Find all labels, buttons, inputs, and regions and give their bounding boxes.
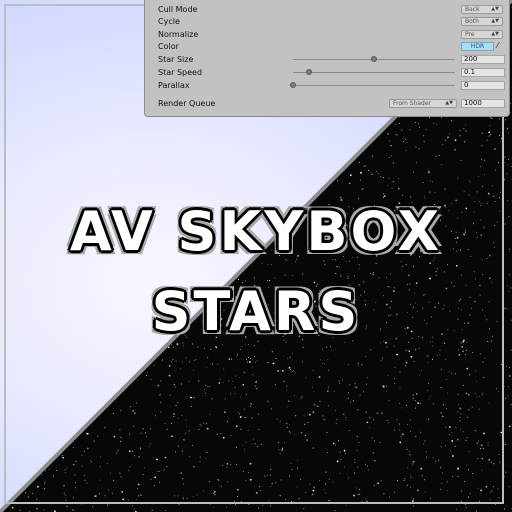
cull-mode-dropdown[interactable]: Back ▲▼ xyxy=(461,5,503,14)
normalize-row: Normalize Pre ▲▼ xyxy=(145,29,511,41)
title-line-1: AV SKYBOX xyxy=(69,200,443,263)
normalize-value: Pre xyxy=(465,31,475,38)
cycle-dropdown[interactable]: Both ▲▼ xyxy=(461,17,503,26)
cycle-value: Both xyxy=(465,18,479,25)
star-size-field[interactable]: 200 xyxy=(461,55,505,64)
star-speed-field[interactable]: 0.1 xyxy=(461,68,505,77)
parallax-label: Parallax xyxy=(158,81,190,90)
star-speed-label: Star Speed xyxy=(158,68,203,77)
parallax-slider-track[interactable] xyxy=(293,85,455,86)
color-row: Color HDR ⁄ xyxy=(145,41,511,53)
cull-mode-label: Cull Mode xyxy=(158,5,198,14)
star-size-label: Star Size xyxy=(158,55,194,64)
title-line-2: STARS xyxy=(151,280,361,343)
eyedropper-icon[interactable]: ⁄ xyxy=(497,41,498,50)
cull-mode-row: Cull Mode Back ▲▼ xyxy=(145,4,511,16)
star-speed-slider-track[interactable] xyxy=(293,72,455,73)
star-size-slider-thumb[interactable] xyxy=(371,56,377,62)
star-size-row: Star Size 200 xyxy=(145,54,511,66)
parallax-row: Parallax 0 xyxy=(145,80,511,92)
chevron-down-icon: ▲▼ xyxy=(491,6,499,12)
chevron-down-icon: ▲▼ xyxy=(445,100,453,106)
parallax-field[interactable]: 0 xyxy=(461,81,505,90)
material-inspector-panel: Cull Mode Back ▲▼ Cycle Both ▲▼ Normaliz… xyxy=(144,0,510,117)
normalize-dropdown[interactable]: Pre ▲▼ xyxy=(461,30,503,39)
render-queue-mode-value: From Shader xyxy=(393,100,432,107)
render-queue-label: Render Queue xyxy=(158,99,216,108)
star-speed-slider-thumb[interactable] xyxy=(306,69,313,75)
cycle-label: Cycle xyxy=(158,17,180,26)
cull-mode-value: Back xyxy=(465,6,480,13)
parallax-slider-thumb[interactable] xyxy=(290,82,296,88)
color-swatch[interactable]: HDR xyxy=(461,42,494,51)
star-speed-row: Star Speed 0.1 xyxy=(145,67,511,79)
render-queue-mode-dropdown[interactable]: From Shader ▲▼ xyxy=(389,99,457,108)
chevron-down-icon: ▲▼ xyxy=(491,31,499,37)
chevron-down-icon: ▲▼ xyxy=(491,18,499,24)
cycle-row: Cycle Both ▲▼ xyxy=(145,16,511,28)
color-label: Color xyxy=(158,42,179,51)
render-queue-row: Render Queue From Shader ▲▼ 1000 xyxy=(145,98,511,110)
normalize-label: Normalize xyxy=(158,30,199,39)
render-queue-field[interactable]: 1000 xyxy=(461,99,505,108)
